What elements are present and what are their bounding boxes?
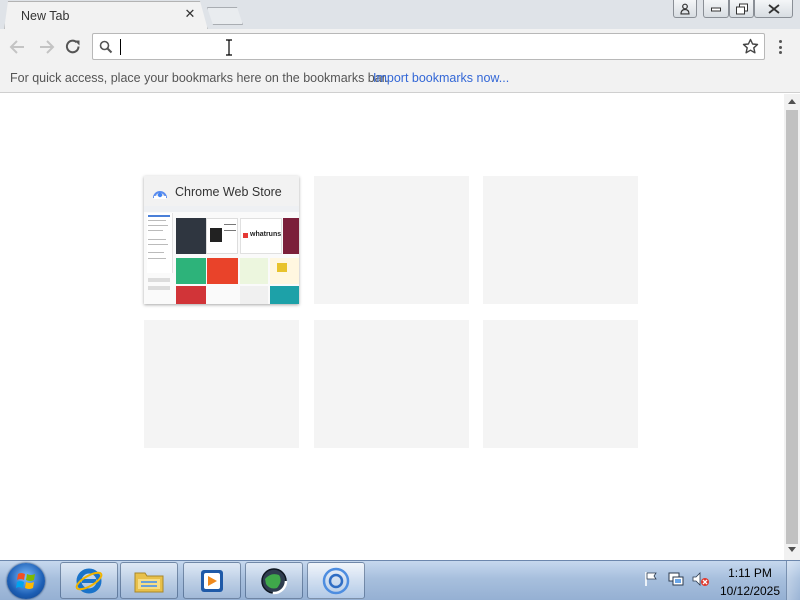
most-visited-tile-empty <box>314 320 469 448</box>
chrome-web-store-icon <box>153 191 167 199</box>
clock-date[interactable]: 10/12/2025 <box>700 584 800 598</box>
tab-new-tab[interactable]: New Tab ✕ <box>4 1 208 30</box>
media-player-icon <box>201 569 223 592</box>
most-visited-tile-empty <box>144 320 299 448</box>
browser-toolbar <box>0 29 800 65</box>
internet-explorer-icon <box>75 568 103 593</box>
text-caret <box>120 39 121 55</box>
profile-icon <box>680 3 690 14</box>
forward-button[interactable] <box>36 37 56 57</box>
tile-header: Chrome Web Store <box>144 176 299 206</box>
menu-dots-icon[interactable] <box>776 38 786 56</box>
address-input[interactable] <box>119 37 729 57</box>
vertical-scrollbar[interactable] <box>784 94 800 560</box>
reload-button[interactable] <box>63 37 83 57</box>
back-arrow-icon <box>9 40 24 54</box>
bookmarks-bar: For quick access, place your bookmarks h… <box>0 65 800 93</box>
star-icon[interactable] <box>742 38 759 55</box>
forward-arrow-icon <box>40 40 55 54</box>
minimize-icon <box>711 7 721 11</box>
new-tab-page: Chrome Web Store whatruns <box>0 94 784 560</box>
import-bookmarks-link[interactable]: Import bookmarks now... <box>373 71 509 85</box>
new-tab-button[interactable] <box>207 7 243 25</box>
tab-strip: New Tab ✕ <box>0 0 800 30</box>
tile-thumbnail: whatruns <box>144 206 299 304</box>
most-visited-tile-empty <box>483 176 638 304</box>
taskbar-media-player[interactable] <box>183 562 241 599</box>
file-explorer-icon <box>134 572 164 592</box>
scroll-down-icon[interactable] <box>788 547 796 552</box>
close-window-button[interactable] <box>754 0 793 18</box>
close-icon <box>767 3 780 14</box>
tab-title: New Tab <box>21 9 70 23</box>
scrollbar-thumb[interactable] <box>786 110 798 544</box>
windows-taskbar: 1:11 PM 10/12/2025 <box>0 560 800 600</box>
chrome-icon <box>322 567 350 594</box>
most-visited-tile-empty <box>314 176 469 304</box>
scroll-up-icon[interactable] <box>788 99 796 104</box>
back-button[interactable] <box>8 37 28 57</box>
action-center-flag-icon[interactable] <box>644 571 658 587</box>
thumb-brand-text: whatruns <box>250 231 282 238</box>
text-cursor-icon <box>226 39 232 56</box>
maximize-icon <box>735 3 748 14</box>
most-visited-tile-chrome-web-store[interactable]: Chrome Web Store whatruns <box>144 176 299 304</box>
app-globe-icon <box>260 567 288 594</box>
restore-button[interactable] <box>729 0 754 18</box>
clock-time[interactable]: 1:11 PM <box>700 566 800 580</box>
most-visited-tile-empty <box>483 320 638 448</box>
bookmarks-hint-text: For quick access, place your bookmarks h… <box>10 71 389 85</box>
reload-icon <box>65 39 80 54</box>
minimize-button[interactable] <box>703 0 729 18</box>
address-bar[interactable] <box>92 33 765 60</box>
tile-title: Chrome Web Store <box>175 185 282 199</box>
taskbar-app[interactable] <box>245 562 303 599</box>
profile-button[interactable] <box>673 0 697 18</box>
show-desktop-button[interactable] <box>786 561 800 600</box>
close-icon[interactable]: ✕ <box>183 7 197 21</box>
taskbar-chrome[interactable] <box>307 562 365 599</box>
taskbar-internet-explorer[interactable] <box>60 562 118 599</box>
windows-logo-icon <box>16 573 35 589</box>
network-icon[interactable] <box>668 571 684 587</box>
search-icon <box>99 40 113 54</box>
windows-start-icon[interactable] <box>7 563 45 599</box>
taskbar-file-explorer[interactable] <box>120 562 178 599</box>
